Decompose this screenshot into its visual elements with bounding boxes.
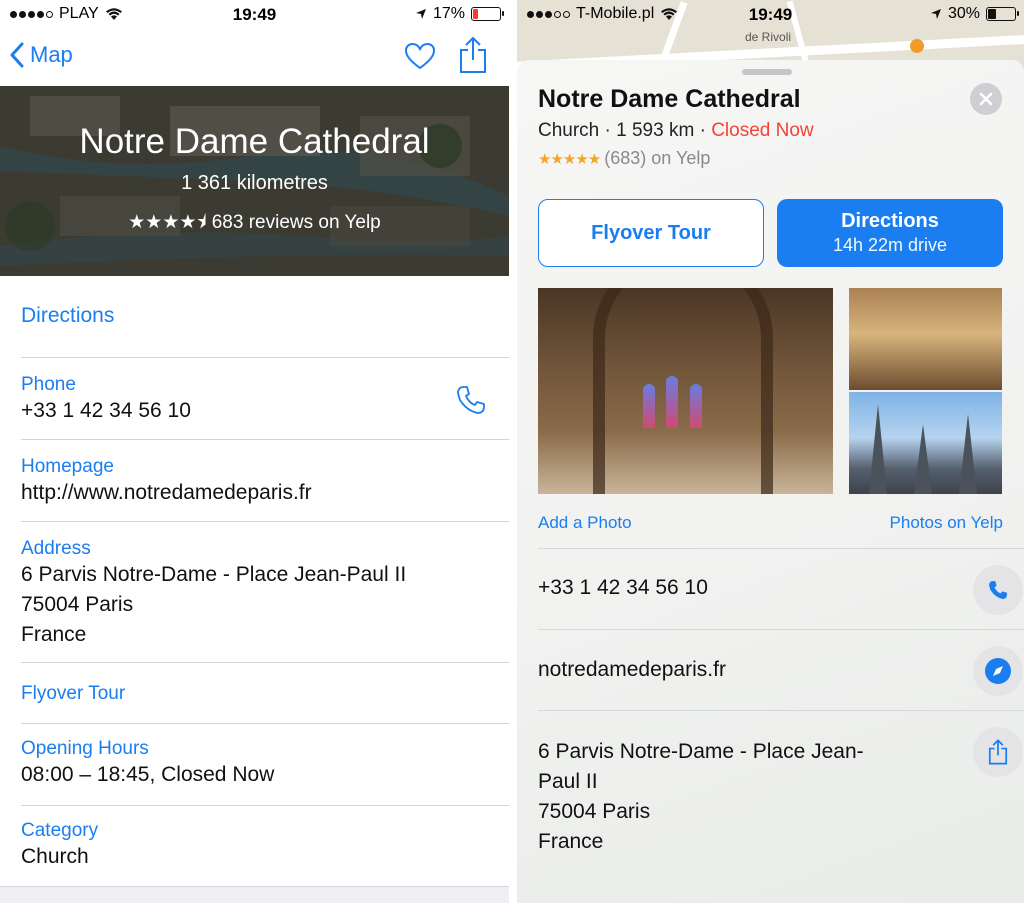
place-category: Church xyxy=(538,120,600,141)
status-right: 30% xyxy=(930,5,1019,23)
hours-row: Opening Hours 08:00 – 18:45, Closed Now xyxy=(21,724,509,806)
hours-value: 08:00 – 18:45, Closed Now xyxy=(21,763,275,786)
phone-label: Phone xyxy=(21,374,76,395)
details-list: Directions Phone +33 1 42 34 56 10 Homep… xyxy=(0,276,509,890)
website-button[interactable] xyxy=(973,646,1023,696)
hours-label: Opening Hours xyxy=(21,738,149,759)
flyover-tour-button[interactable]: Flyover Tour xyxy=(538,199,764,267)
close-button[interactable] xyxy=(970,83,1002,115)
location-arrow-icon xyxy=(930,9,941,19)
category-label: Category xyxy=(21,820,99,841)
phone-row[interactable]: +33 1 42 34 56 10 xyxy=(538,548,1024,630)
call-button[interactable] xyxy=(973,565,1023,615)
photo-window xyxy=(690,384,702,428)
sheet-grabber[interactable] xyxy=(742,69,792,75)
photo-window xyxy=(643,384,655,428)
category-row: Category Church xyxy=(21,806,509,890)
photo-links: Add a Photo Photos on Yelp xyxy=(538,513,1003,533)
yelp-rating[interactable]: ★★★★★ (683) on Yelp xyxy=(538,148,710,169)
address-row[interactable]: Address 6 Parvis Notre-Dame - Place Jean… xyxy=(21,522,509,663)
map-street-label: de Rivoli xyxy=(745,30,792,44)
photo-spire xyxy=(914,424,932,494)
photo-interior-nave[interactable] xyxy=(538,288,833,494)
separator-dot: · xyxy=(604,120,617,141)
photo-spire xyxy=(869,404,887,494)
separator-dot: · xyxy=(699,120,712,141)
address-line: France xyxy=(538,830,604,853)
status-bar: T-Mobile.pl 19:49 30% xyxy=(517,0,1024,30)
share-address-button[interactable] xyxy=(973,727,1023,777)
website-value[interactable]: notredamedeparis.fr xyxy=(538,655,726,685)
phone-value[interactable]: +33 1 42 34 56 10 xyxy=(21,396,509,426)
address-line: 6 Parvis Notre-Dame - Place Jean-Paul II xyxy=(21,563,407,586)
battery-level xyxy=(473,9,478,19)
homepage-row[interactable]: Homepage http://www.notredamedeparis.fr xyxy=(21,440,509,522)
flyover-tour-label: Flyover Tour xyxy=(591,221,711,244)
location-arrow-icon xyxy=(415,9,426,19)
place-card: Notre Dame Cathedral Church · 1 593 km ·… xyxy=(517,60,1024,903)
address-line: France xyxy=(21,623,87,646)
hero-banner: Notre Dame Cathedral 1 361 kilometres ★★… xyxy=(0,86,509,276)
chevron-left-icon xyxy=(10,42,24,68)
battery-level xyxy=(988,9,997,19)
heart-icon[interactable] xyxy=(404,42,436,70)
flyover-link[interactable]: Flyover Tour xyxy=(21,683,509,705)
place-title: Notre Dame Cathedral xyxy=(538,85,801,113)
add-photo-link[interactable]: Add a Photo xyxy=(538,513,632,532)
phone-row[interactable]: Phone +33 1 42 34 56 10 xyxy=(21,358,509,440)
open-status: Closed Now xyxy=(711,120,814,141)
photo-window xyxy=(666,376,678,428)
photo-interior-aisle[interactable] xyxy=(849,288,1002,390)
address-line: 75004 Paris xyxy=(21,593,134,616)
photo-exterior-spires[interactable] xyxy=(849,392,1002,494)
phone-icon xyxy=(989,581,1007,599)
right-screen: de Rivoli T-Mobile.pl 19:49 30% Notre Da… xyxy=(517,0,1024,903)
homepage-label: Homepage xyxy=(21,456,114,477)
battery-percent: 30% xyxy=(947,5,980,22)
battery-percent: 17% xyxy=(432,5,465,22)
share-icon[interactable] xyxy=(459,36,487,74)
address-row[interactable]: 6 Parvis Notre-Dame - Place Jean- Paul I… xyxy=(538,710,1024,900)
reviews-text: 683 reviews on Yelp xyxy=(211,212,381,233)
website-row[interactable]: notredamedeparis.fr xyxy=(538,629,1024,711)
directions-link[interactable]: Directions xyxy=(21,304,509,328)
photo-spire xyxy=(959,414,977,494)
homepage-value[interactable]: http://www.notredamedeparis.fr xyxy=(21,478,509,508)
photos-on-yelp-link[interactable]: Photos on Yelp xyxy=(890,513,1003,533)
directions-row[interactable]: Directions xyxy=(21,276,509,358)
battery-icon xyxy=(471,7,504,21)
drive-time: 14h 22m drive xyxy=(832,235,948,255)
rating-count: (683) on Yelp xyxy=(604,148,711,168)
flyover-row[interactable]: Flyover Tour xyxy=(21,663,509,724)
phone-value[interactable]: +33 1 42 34 56 10 xyxy=(538,573,708,603)
place-distance: 1 593 km xyxy=(616,120,695,141)
back-label: Map xyxy=(30,42,73,67)
status-right: 17% xyxy=(415,5,504,23)
place-subtitle: Church · 1 593 km · Closed Now xyxy=(538,120,814,142)
rating-stars: ★★★★⯨ xyxy=(128,212,207,233)
category-value: Church xyxy=(21,845,89,868)
bottom-band xyxy=(0,886,509,903)
share-icon xyxy=(988,739,1008,765)
address-label: Address xyxy=(21,538,91,559)
directions-label: Directions xyxy=(841,210,939,232)
phone-icon[interactable] xyxy=(455,384,487,416)
close-icon xyxy=(979,92,993,106)
address-line: 6 Parvis Notre-Dame - Place Jean- xyxy=(538,740,864,763)
back-button[interactable]: Map xyxy=(10,42,73,68)
address-line: 75004 Paris xyxy=(538,800,651,823)
place-title: Notre Dame Cathedral xyxy=(79,122,430,161)
status-bar: PLAY 19:49 17% xyxy=(0,0,509,30)
compass-icon xyxy=(985,658,1011,684)
left-screen: PLAY 19:49 17% Map Notre Dame Cathedral … xyxy=(0,0,509,903)
place-reviews[interactable]: ★★★★⯨ 683 reviews on Yelp xyxy=(0,208,509,240)
address-line: Paul II xyxy=(538,770,598,793)
photo-arch xyxy=(593,288,773,494)
map-poi-icon[interactable] xyxy=(910,39,924,53)
directions-button[interactable]: Directions 14h 22m drive xyxy=(777,199,1003,267)
battery-icon xyxy=(986,7,1019,21)
place-distance: 1 361 kilometres xyxy=(181,172,328,194)
rating-stars: ★★★★★ xyxy=(538,150,601,168)
